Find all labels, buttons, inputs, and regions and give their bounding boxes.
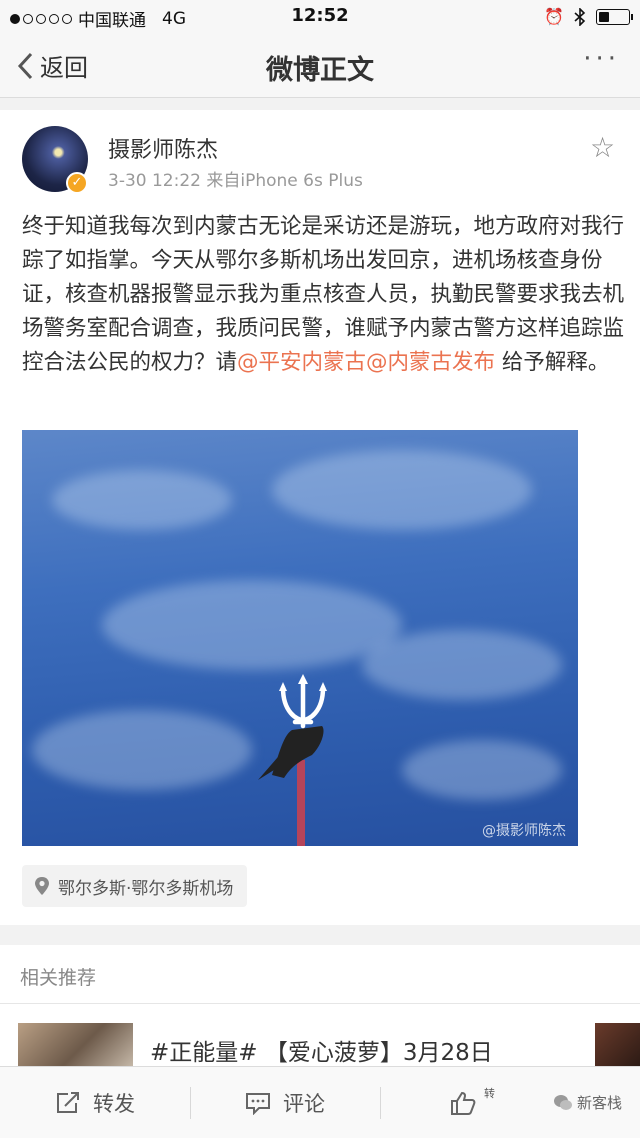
repost-button[interactable]: 转发 xyxy=(0,1067,190,1138)
status-bar: 中国联通 4G 12:52 ⏰ xyxy=(0,0,640,34)
repost-icon xyxy=(57,1091,79,1113)
battery-icon xyxy=(596,8,633,25)
author-name[interactable]: 摄影师陈杰 xyxy=(108,132,218,164)
status-right: ⏰ xyxy=(544,7,633,26)
post-content: 终于知道我每次到内蒙古无论是采访还是游玩，地方政府对我行踪了如指掌。今天从鄂尔多… xyxy=(22,210,626,380)
comment-icon xyxy=(246,1092,270,1115)
location-pin-icon xyxy=(35,877,49,895)
nav-bar: 返回 微博正文 ··· xyxy=(0,34,640,98)
repost-label: 转发 xyxy=(93,1091,135,1116)
comment-label: 评论 xyxy=(283,1091,325,1116)
post-meta: 3-30 12:22 来自iPhone 6s Plus xyxy=(108,171,363,191)
weibo-post: ✓ 摄影师陈杰 3-30 12:22 来自iPhone 6s Plus ☆ 终于… xyxy=(0,110,640,925)
thumbs-up-icon xyxy=(451,1091,476,1115)
bottom-toolbar: 转发 评论 转 xyxy=(0,1066,640,1138)
location-tag[interactable]: 鄂尔多斯·鄂尔多斯机场 xyxy=(22,865,248,907)
brand-watermark: 新客栈 xyxy=(553,1092,622,1113)
favorite-star-icon[interactable]: ☆ xyxy=(590,134,615,162)
post-photo[interactable]: @摄影师陈杰 xyxy=(22,430,578,846)
alarm-icon: ⏰ xyxy=(544,7,564,26)
like-count: 转 xyxy=(484,1086,495,1100)
more-button[interactable]: ··· xyxy=(583,46,620,72)
trident-statue xyxy=(258,674,327,846)
related-item-title[interactable]: #正能量# 【爱心菠萝】3月28日 xyxy=(150,1033,493,1067)
related-heading: 相关推荐 xyxy=(20,967,97,989)
location-label: 鄂尔多斯·鄂尔多斯机场 xyxy=(58,878,234,899)
mention-link[interactable]: @平安内蒙古 xyxy=(237,350,366,375)
comment-button[interactable]: 评论 xyxy=(190,1067,380,1138)
divider xyxy=(0,1003,640,1004)
page-title: 微博正文 xyxy=(266,55,374,86)
brand-label: 新客栈 xyxy=(576,1094,622,1112)
wechat-icon xyxy=(553,1094,572,1110)
photo-watermark: @摄影师陈杰 xyxy=(482,823,566,839)
mention-link[interactable]: @内蒙古发布 xyxy=(366,350,495,375)
verified-badge-icon: ✓ xyxy=(66,172,88,194)
bluetooth-icon xyxy=(574,7,586,26)
post-text-end: 给予解释。 xyxy=(495,350,610,375)
